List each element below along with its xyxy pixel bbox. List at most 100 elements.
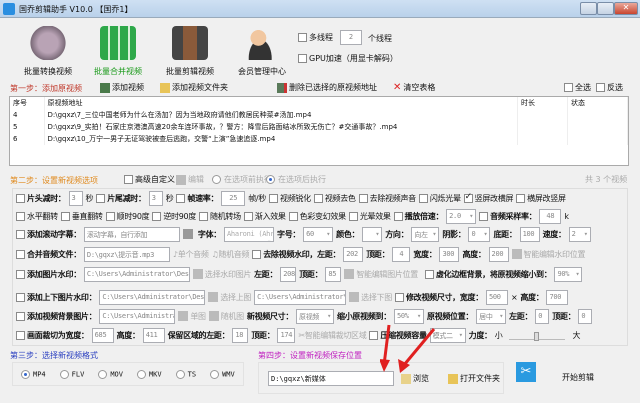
- font-select[interactable]: Aharoni (Ahr:: [224, 226, 275, 242]
- crop-top-input[interactable]: 174: [277, 327, 296, 343]
- bg-path-input[interactable]: C:\Users\Administrator\D: [99, 308, 176, 324]
- advanced-checkbox[interactable]: 高级自定义: [124, 174, 175, 185]
- bg-image-checkbox[interactable]: 添加视频背景图片：: [16, 311, 97, 322]
- remove-watermark-checkbox[interactable]: 去除视频水印，左距：: [252, 249, 341, 260]
- flash-checkbox[interactable]: 闪烁光晕: [418, 193, 461, 204]
- halo-checkbox[interactable]: 光晕效果: [348, 211, 391, 222]
- format-radio-wmv[interactable]: WMV: [210, 369, 235, 379]
- mute-checkbox[interactable]: 去除视频声音: [358, 193, 416, 204]
- crop-height-input[interactable]: 411: [142, 327, 165, 343]
- scroll-subtitle-input[interactable]: 滚动字幕，自行添加: [83, 226, 180, 242]
- choose-top-button[interactable]: 选择上图: [208, 292, 251, 303]
- format-radio-mp4[interactable]: MP4: [21, 369, 46, 379]
- pos-top-input[interactable]: 0: [578, 308, 593, 324]
- maximize-button[interactable]: [597, 2, 614, 15]
- single-image-button[interactable]: 单图: [178, 311, 206, 322]
- blur-border-checkbox[interactable]: 虚化边框背景，将原视频缩小到：: [424, 269, 552, 280]
- table-row[interactable]: 6 D:\gqxz\10_万宁一男子无证驾驶被查后逃跑，交警“上演”急速追逐.mp…: [10, 133, 628, 145]
- rm-height-input[interactable]: 200: [488, 246, 509, 262]
- random-image-button[interactable]: 随机图: [208, 311, 244, 322]
- run-after-radio[interactable]: 在选项后执行: [266, 174, 326, 185]
- color-effect-checkbox[interactable]: 色彩变幻效果: [288, 211, 346, 222]
- sample-rate-input[interactable]: 48: [539, 208, 562, 224]
- format-radio-flv[interactable]: FLV: [59, 369, 84, 379]
- decolor-checkbox[interactable]: 视频去色: [313, 193, 356, 204]
- table-row[interactable]: 4 D:\gqxz\7_三位中国老师为什么在汤加？因为当地政府请他们教居民种菜#汤…: [10, 109, 628, 121]
- crop-width-input[interactable]: 685: [91, 327, 114, 343]
- fadein-checkbox[interactable]: 渐入效果: [243, 211, 286, 222]
- slider-thumb[interactable]: [534, 332, 540, 341]
- speed-checkbox[interactable]: 播放倍速：: [393, 211, 443, 222]
- scissors-icon[interactable]: ✂: [516, 362, 536, 382]
- speed-select[interactable]: 2.0: [446, 208, 477, 224]
- color-picker[interactable]: [362, 226, 383, 242]
- single-audio-button[interactable]: ♪单个音频: [173, 249, 209, 260]
- fps-checkbox[interactable]: 帧速率：: [176, 193, 219, 204]
- resize-height-input[interactable]: 700: [546, 289, 569, 305]
- add-folder-button[interactable]: 添加视频文件夹: [160, 82, 228, 93]
- top-bottom-watermark-checkbox[interactable]: 添加上下图片水印：: [16, 292, 97, 303]
- delete-selected-button[interactable]: 删除已选择的原视频地址: [277, 82, 377, 93]
- scroll-speed-select[interactable]: 2: [568, 226, 591, 242]
- batch-convert-button[interactable]: 批量转换视频: [8, 26, 88, 77]
- head-cut-checkbox[interactable]: 片头减时：: [16, 193, 66, 204]
- multithread-checkbox[interactable]: 多线程: [298, 32, 333, 43]
- format-radio-ts[interactable]: TS: [175, 369, 196, 379]
- random-audio-button[interactable]: ♫随机音频: [212, 249, 250, 260]
- random-transition-checkbox[interactable]: 随机转场: [199, 211, 241, 222]
- resize-width-input[interactable]: 500: [485, 289, 508, 305]
- sharpen-checkbox[interactable]: 视频锐化: [269, 193, 311, 204]
- hflip-checkbox[interactable]: 水平翻转: [16, 211, 58, 222]
- pos-left-input[interactable]: 0: [535, 308, 550, 324]
- strength-slider[interactable]: [509, 330, 566, 341]
- format-radio-mkv[interactable]: MKV: [136, 369, 162, 379]
- new-size-select[interactable]: 原视频: [296, 308, 335, 324]
- direction-select[interactable]: 向左: [411, 226, 440, 242]
- smart-crop-button[interactable]: ✂智能编辑裁切区域: [298, 330, 366, 341]
- crop-left-input[interactable]: 18: [232, 327, 249, 343]
- scroll-subtitle-checkbox[interactable]: 添加滚动字幕：: [16, 229, 81, 240]
- image-path-input[interactable]: C:\Users\Administrator\Desktop\img-q: [83, 266, 190, 282]
- h2v-checkbox[interactable]: 横屏改竖屏: [516, 193, 566, 204]
- audio-path-input[interactable]: D:\gqxz\提示音.mp3: [83, 246, 170, 262]
- shadow-select[interactable]: 0: [468, 226, 491, 242]
- gpu-checkbox[interactable]: GPU加速（用显卡解码）: [298, 53, 398, 64]
- fps-input[interactable]: 25: [221, 190, 246, 206]
- member-center-button[interactable]: 会员管理中心: [222, 26, 302, 77]
- bottom-image-path-input[interactable]: C:\Users\Administrator\Desk: [254, 289, 347, 305]
- blur-scale-select[interactable]: 90%: [554, 266, 583, 282]
- rm-width-input[interactable]: 300: [439, 246, 460, 262]
- add-video-button[interactable]: 添加视频: [100, 82, 144, 93]
- edit-button[interactable]: 编辑: [176, 174, 204, 185]
- batch-merge-button[interactable]: 批量合并视频: [78, 26, 158, 77]
- img-left-input[interactable]: 208: [280, 266, 297, 282]
- smart-watermark-button[interactable]: 智能编辑水印位置: [511, 249, 585, 260]
- run-before-radio[interactable]: 在选项前执行: [212, 174, 272, 185]
- subtitle-settings-icon[interactable]: [182, 229, 193, 239]
- font-size-select[interactable]: 60: [303, 226, 334, 242]
- invert-checkbox[interactable]: 反选: [596, 82, 623, 93]
- sample-rate-checkbox[interactable]: 音频采样率：: [479, 211, 537, 222]
- v2h-checkbox[interactable]: 竖屏改横屏: [463, 192, 513, 204]
- head-cut-input[interactable]: 3: [68, 190, 83, 206]
- rm-left-input[interactable]: 202: [343, 246, 364, 262]
- format-radio-mov[interactable]: MOV: [98, 369, 123, 379]
- crop-checkbox[interactable]: 画面裁切为宽度：: [16, 330, 89, 341]
- ccw90-checkbox[interactable]: 逆时90度: [152, 211, 196, 222]
- select-all-checkbox[interactable]: 全选: [564, 82, 591, 93]
- smart-image-button[interactable]: 智能编辑图片位置: [344, 269, 418, 280]
- tail-cut-input[interactable]: 3: [148, 190, 163, 206]
- img-top-input[interactable]: 85: [325, 266, 342, 282]
- clear-table-button[interactable]: ✕ 清空表格: [393, 82, 435, 93]
- batch-edit-button[interactable]: 批量剪辑视频: [150, 26, 230, 77]
- rm-top-input[interactable]: 4: [392, 246, 411, 262]
- image-watermark-checkbox[interactable]: 添加图片水印：: [16, 269, 81, 280]
- tail-cut-checkbox[interactable]: 片尾减时：: [96, 193, 146, 204]
- vflip-checkbox[interactable]: 垂直翻转: [60, 211, 103, 222]
- minimize-button[interactable]: [580, 2, 597, 15]
- start-button[interactable]: 开始剪辑: [562, 372, 594, 383]
- resize-checkbox[interactable]: 修改视频尺寸，宽度：: [394, 292, 483, 303]
- choose-bottom-button[interactable]: 选择下图: [349, 292, 392, 303]
- choose-watermark-button[interactable]: 选择水印图片: [192, 269, 251, 280]
- merge-audio-checkbox[interactable]: 合并音频文件：: [16, 249, 81, 260]
